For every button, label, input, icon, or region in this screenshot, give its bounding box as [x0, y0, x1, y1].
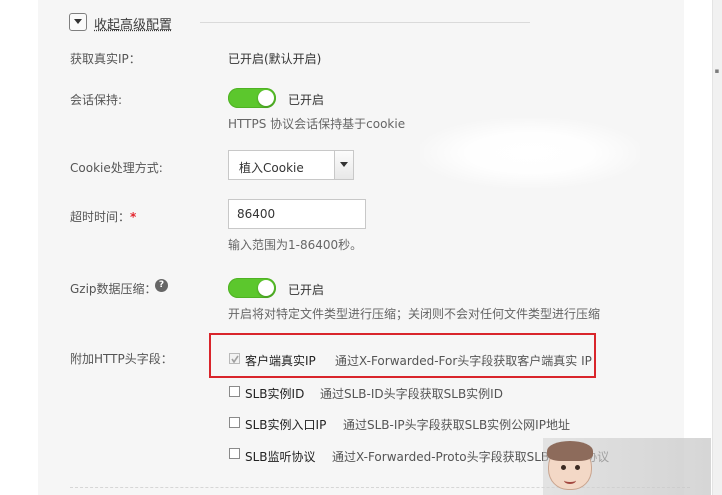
slb-listen-protocol-label: SLB监听协议	[245, 450, 316, 464]
timeout-label-text: 超时时间：	[70, 210, 131, 224]
slb-entry-ip-checkbox[interactable]	[229, 417, 240, 428]
client-real-ip-checkbox[interactable]	[229, 353, 240, 364]
collapse-advanced-link[interactable]: 收起高级配置	[94, 14, 172, 33]
client-real-ip-label: 客户端真实IP	[245, 354, 316, 368]
avatar-sticker-icon	[547, 441, 593, 490]
timeout-input[interactable]: 86400	[228, 199, 366, 229]
http-headers-label: 附加HTTP头字段：	[70, 352, 173, 366]
cookie-mode-selected: 植入Cookie	[239, 161, 304, 175]
session-hint: HTTPS 协议会话保持基于cookie	[228, 117, 406, 131]
scroll-marker-icon[interactable]: ▪	[714, 68, 720, 75]
page: ▪ 收起高级配置 获取真实IP： 已开启(默认开启) 会话保持: 已开启 HTT…	[0, 0, 722, 495]
session-switch-text: 已开启	[288, 93, 325, 107]
slb-entry-ip-label: SLB实例入口IP	[245, 418, 327, 432]
slb-entry-ip-desc: 通过SLB-IP头字段获取SLB实例公网IP地址	[343, 418, 570, 432]
gzip-switch-text: 已开启	[288, 283, 325, 297]
session-switch[interactable]	[228, 88, 276, 108]
switch-knob	[258, 90, 274, 106]
dropdown-arrow-icon[interactable]	[334, 151, 353, 179]
gzip-label: Gzip数据压缩：	[70, 282, 157, 296]
gzip-hint: 开启将对特定文件类型进行压缩；关闭则不会对任何文件类型进行压缩	[228, 307, 601, 321]
slb-listen-protocol-checkbox[interactable]	[229, 448, 240, 459]
switch-knob	[258, 280, 274, 296]
session-label: 会话保持:	[70, 93, 123, 107]
required-asterisk: *	[130, 210, 137, 224]
timeout-label: 超时时间：*	[70, 208, 136, 225]
cookie-mode-label: Cookie处理方式:	[70, 161, 163, 175]
cookie-mode-select[interactable]: 植入Cookie	[228, 150, 354, 180]
collapse-toggle-button[interactable]	[69, 13, 87, 31]
left-margin	[0, 0, 38, 495]
chevron-down-icon	[74, 19, 82, 24]
right-margin	[684, 0, 712, 495]
real-ip-value: 已开启(默认开启)	[228, 52, 322, 66]
help-icon[interactable]: ?	[155, 279, 168, 292]
timeout-hint: 输入范围为1-86400秒。	[228, 238, 363, 252]
real-ip-label: 获取真实IP：	[70, 52, 141, 66]
gzip-switch[interactable]	[228, 278, 276, 298]
checkmark-icon	[231, 355, 239, 363]
client-real-ip-desc: 通过X-Forwarded-For头字段获取客户端真实 IP	[335, 354, 592, 368]
slb-instance-id-desc: 通过SLB-ID头字段获取SLB实例ID	[320, 387, 503, 401]
slb-instance-id-checkbox[interactable]	[229, 386, 240, 397]
header-divider	[200, 22, 530, 23]
slb-instance-id-label: SLB实例ID	[245, 387, 305, 401]
redaction-smudge	[420, 118, 640, 188]
